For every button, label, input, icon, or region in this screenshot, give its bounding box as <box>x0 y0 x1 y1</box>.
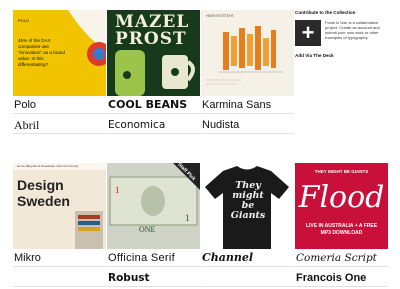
card-subtitle[interactable]: Economica <box>108 118 165 132</box>
flood-bottom-text: LIVE IN AUSTRALIA + A FREE MP3 DOWNLOAD <box>305 223 378 236</box>
thumbnail-tshirt[interactable]: They might be Giants <box>201 163 294 249</box>
card-title[interactable]: Officina Serif <box>108 251 175 265</box>
dollar-one-text: ONE <box>139 225 156 234</box>
add-via-deck-link[interactable]: Add Via The Deck <box>295 53 334 58</box>
divider <box>201 113 294 114</box>
divider <box>107 113 200 114</box>
card-subtitle[interactable]: Nudista <box>202 118 239 132</box>
card-title[interactable]: Polo <box>14 98 36 112</box>
card-title[interactable]: Mikro <box>14 251 41 265</box>
thumbnail-flood[interactable]: THEY MIGHT BE GIANTS Flood LIVE IN AUSTR… <box>295 163 388 249</box>
karmina-heading: HIER ENTSTEHT <box>206 14 234 18</box>
card-title[interactable]: COOL BEANS <box>108 98 187 112</box>
divider <box>13 266 106 267</box>
design-sweden-title: Design Sweden <box>17 177 70 209</box>
flood-title: Flood <box>298 180 385 215</box>
divider <box>107 286 200 287</box>
card-title[interactable]: Comeria Script <box>296 251 377 265</box>
divider <box>295 266 388 267</box>
thumbnail-polo[interactable]: POLO 45% of the DAX companies use “innov… <box>13 10 106 96</box>
divider <box>107 266 200 267</box>
card-subtitle[interactable]: Abril <box>14 118 39 132</box>
divider <box>13 113 106 114</box>
thumbnail-design-sweden[interactable]: Home Blog About Newsletter Jobs Communit… <box>13 163 106 249</box>
polo-quote: 45% of the DAX companies use “innovation… <box>18 38 65 67</box>
design-sweden-nav: Home Blog About Newsletter Jobs Communit… <box>17 164 79 168</box>
flood-top-text: THEY MIGHT BE GIANTS <box>314 169 369 174</box>
svg-text:1: 1 <box>115 185 120 195</box>
mazel-prost-text: MAZEL PROST <box>115 12 190 49</box>
plus-icon[interactable]: + <box>295 20 321 46</box>
contribute-panel: Contribute to the Collection + Fonts in … <box>295 10 388 58</box>
thumbnail-mazel-prost[interactable]: MAZEL PROST <box>107 10 200 96</box>
thumbnail-karmina[interactable]: HIER ENTSTEHT <box>201 10 294 96</box>
contribute-heading: Contribute to the Collection <box>295 10 356 15</box>
svg-text:POLO: POLO <box>18 18 29 23</box>
card-title[interactable]: Karmina Sans <box>202 98 271 112</box>
divider <box>201 266 294 267</box>
karmina-chart-artwork <box>201 10 294 96</box>
card-title[interactable]: Channel <box>202 251 253 265</box>
divider <box>201 133 294 134</box>
divider <box>13 133 106 134</box>
tshirt-text: They might be Giants <box>230 180 266 221</box>
thumbnail-dollar-bill[interactable]: 1 1 ONE Staff Pick <box>107 163 200 249</box>
divider <box>107 133 200 134</box>
divider <box>295 286 388 287</box>
card-subtitle[interactable]: Robust <box>108 271 150 285</box>
contribute-text: Fonts in Use is a collaborative project.… <box>325 20 380 40</box>
card-subtitle[interactable]: Francois One <box>296 271 366 285</box>
divider <box>201 286 294 287</box>
divider <box>13 286 106 287</box>
svg-text:1: 1 <box>185 213 190 223</box>
